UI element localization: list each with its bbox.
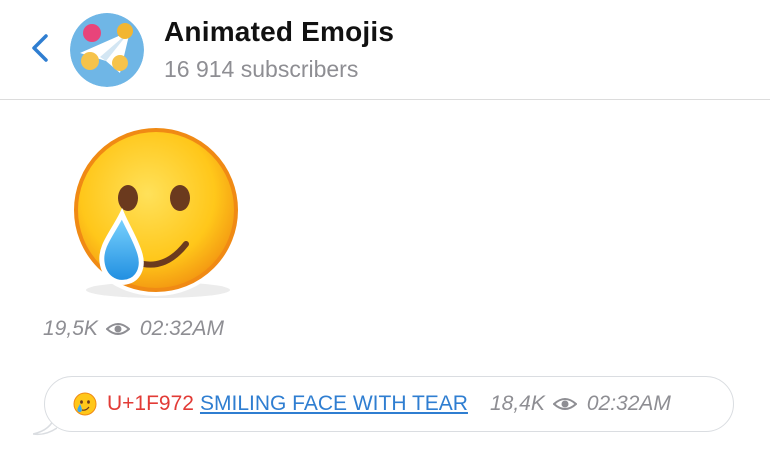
message-time: 02:32AM: [586, 392, 671, 415]
back-button[interactable]: [26, 28, 56, 68]
channel-avatar-icon: [70, 13, 144, 87]
smiling-face-with-tear-icon: [73, 392, 97, 416]
channel-title: Animated Emojis: [164, 16, 395, 47]
codepoint: U+1F972: [107, 392, 194, 415]
message-time: 02:32AM: [139, 317, 224, 340]
view-count: 18,4K: [489, 392, 545, 415]
eye-icon: [552, 398, 577, 410]
chevron-left-icon: [32, 34, 48, 62]
channel-avatar[interactable]: [70, 13, 144, 87]
text-message-bubble[interactable]: U+1F972 SMILING FACE WITH TEAR 18,4K 02:…: [44, 376, 734, 432]
subscriber-count: 16 914 subscribers: [164, 56, 359, 82]
sticker-message[interactable]: [64, 122, 254, 302]
smiling-face-with-tear-icon: [70, 124, 242, 298]
bubble-meta: 18,4K 02:32AM: [490, 392, 671, 416]
eye-icon: [105, 323, 130, 335]
view-count: 19,5K: [43, 317, 98, 340]
chat-area: 19,5K 02:32AM U+1F972 SMILING FACE WITH …: [0, 100, 770, 450]
chat-header: Animated Emojis 16 914 subscribers: [0, 0, 770, 100]
emoji-name-link[interactable]: SMILING FACE WITH TEAR: [200, 392, 468, 416]
sticker-meta: 19,5K 02:32AM: [43, 317, 224, 341]
message-content: U+1F972 SMILING FACE WITH TEAR 18,4K 02:…: [73, 377, 671, 431]
